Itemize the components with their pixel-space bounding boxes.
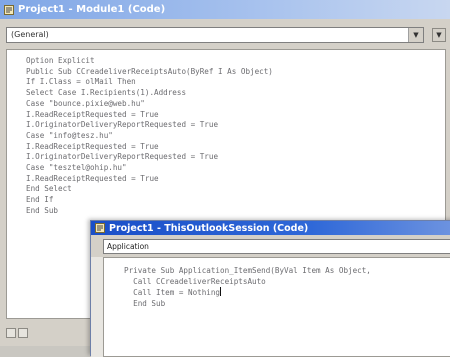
code-window-icon bbox=[4, 4, 14, 15]
code-line: I.OriginatorDeliveryReportRequested = Tr… bbox=[26, 120, 219, 130]
code-line: End Sub bbox=[124, 298, 166, 308]
view-toggle-bar bbox=[6, 327, 46, 339]
code-line: I.ReadReceiptRequested = True bbox=[26, 141, 159, 151]
code-line: I.ReadReceiptRequested = True bbox=[26, 109, 159, 119]
code-line: End If bbox=[26, 195, 54, 205]
code-line: Case "info@tesz.hu" bbox=[26, 130, 113, 140]
module1-title: Project1 - Module1 (Code) bbox=[18, 4, 166, 15]
module1-titlebar[interactable]: Project1 - Module1 (Code) bbox=[0, 0, 450, 19]
code-window-icon bbox=[95, 223, 105, 233]
full-module-view-button[interactable] bbox=[18, 328, 28, 338]
chevron-down-icon[interactable]: ▼ bbox=[408, 28, 423, 42]
code-line: Call Item = Nothing bbox=[124, 287, 222, 297]
procedure-combo-button[interactable]: ▼ bbox=[432, 28, 446, 42]
object-combo[interactable]: (General) ▼ bbox=[6, 27, 424, 43]
code-line: End Sub bbox=[26, 205, 59, 215]
code-line: Case "tesztel@ohip.hu" bbox=[26, 163, 127, 173]
object-combo-value: (General) bbox=[11, 30, 49, 39]
code-line: Private Sub Application_ItemSend(ByVal I… bbox=[124, 266, 371, 275]
code-line: I.ReadReceiptRequested = True bbox=[26, 173, 159, 183]
application-combo-value: Application bbox=[107, 242, 149, 251]
margin-indicator-bar bbox=[91, 257, 103, 357]
code-line: Call CCreadeliverReceiptsAuto bbox=[124, 276, 266, 286]
text-cursor bbox=[220, 287, 222, 296]
code-line: End Select bbox=[26, 184, 72, 194]
code-line: Public Sub CCreadeliverReceiptsAuto(ByRe… bbox=[26, 66, 273, 76]
thisoutlooksession-code-editor[interactable]: Private Sub Application_ItemSend(ByVal I… bbox=[103, 257, 450, 357]
code-line: Option Explicit bbox=[26, 56, 95, 65]
application-combo[interactable]: Application bbox=[103, 239, 450, 254]
procedure-view-button[interactable] bbox=[6, 328, 16, 338]
code-line: Case "bounce.pixie@web.hu" bbox=[26, 98, 145, 108]
code-line: If I.Class = olMail Then bbox=[26, 77, 136, 87]
thisoutlooksession-title: Project1 - ThisOutlookSession (Code) bbox=[109, 222, 309, 234]
code-line: I.OriginatorDeliveryReportRequested = Tr… bbox=[26, 152, 219, 162]
code-line: Select Case I.Recipients(1).Address bbox=[26, 88, 187, 98]
thisoutlooksession-titlebar[interactable]: Project1 - ThisOutlookSession (Code) bbox=[91, 221, 450, 235]
thisoutlooksession-code-window: Project1 - ThisOutlookSession (Code) App… bbox=[90, 220, 450, 357]
